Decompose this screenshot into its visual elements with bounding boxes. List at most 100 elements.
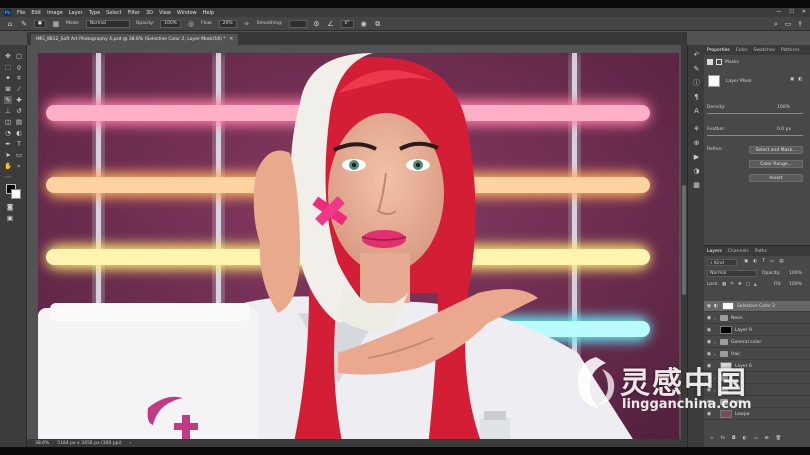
filter-smart-icon[interactable]: ▤ [779, 259, 783, 264]
eraser-tool-icon[interactable]: ◫ [4, 118, 12, 126]
select-and-mask-button[interactable]: Select and Mask... [749, 146, 803, 154]
history-brush-icon[interactable]: ↺ [15, 107, 23, 115]
hand-tool-icon[interactable]: ✋ [4, 162, 12, 170]
tab-close-icon[interactable]: ✕ [230, 37, 234, 42]
document-tab[interactable]: IMG_8812_Soft Art Photography 4.psd @ 38… [31, 34, 239, 45]
dodge-tool-icon[interactable]: ◐ [15, 129, 23, 137]
link-layers-icon[interactable]: ∞ [710, 436, 714, 441]
home-icon[interactable]: ⌂ [6, 20, 14, 28]
menu-window[interactable]: Window [177, 10, 197, 16]
new-group-icon[interactable]: ▭ [754, 436, 758, 441]
menu-type[interactable]: Type [89, 10, 100, 16]
airbrush-icon[interactable]: ✧ [243, 20, 251, 28]
layer-filter-kind[interactable]: ⌕ Kind [707, 259, 737, 266]
edit-toolbar-icon[interactable]: ⋯ [4, 173, 12, 181]
vector-mask-select-icon[interactable]: ◧ [798, 77, 802, 82]
tab-color[interactable]: Color [736, 48, 748, 53]
scrollbar-thumb[interactable] [682, 185, 686, 295]
visibility-eye-icon[interactable]: ◉ [704, 303, 714, 309]
quick-mask-icon[interactable]: ◙ [6, 203, 14, 211]
quick-select-tool-icon[interactable]: ✦ [4, 74, 12, 82]
layer-row[interactable]: ◉ ◐ Selective Color 2 [704, 301, 810, 312]
frame-tool-icon[interactable]: ⊠ [4, 85, 12, 93]
angle-icon[interactable]: ∠ [327, 20, 335, 28]
zoom-level[interactable]: 38.6% [35, 441, 49, 446]
healing-tool-icon[interactable]: ✚ [15, 96, 23, 104]
move-tool-icon[interactable]: ✥ [4, 52, 12, 60]
menu-3d[interactable]: 3D [146, 10, 153, 16]
tab-paths[interactable]: Paths [755, 249, 767, 254]
stamp-tool-icon[interactable]: ⊥ [4, 107, 12, 115]
layer-row[interactable]: ◉ › General color [704, 337, 810, 348]
visibility-eye-icon[interactable]: ◉ [704, 315, 714, 321]
zoom-tool-icon[interactable]: ⌕ [15, 162, 23, 170]
pressure-size-icon[interactable]: ◉ [360, 20, 368, 28]
brush-size-picker[interactable]: ● [34, 19, 46, 28]
screen-mode-icon[interactable]: ▣ [6, 214, 14, 222]
lock-artboard-icon[interactable]: ▢ [746, 282, 750, 288]
menu-select[interactable]: Select [106, 10, 121, 16]
share-icon[interactable]: ⇪ [796, 20, 804, 28]
filter-shape-icon[interactable]: ▭ [770, 259, 774, 264]
menu-layer[interactable]: Layer [69, 10, 83, 16]
actions-panel-icon[interactable]: ▶ [692, 153, 701, 162]
status-arrow-icon[interactable]: › [130, 441, 132, 446]
menu-image[interactable]: Image [47, 10, 63, 16]
smoothing-settings-icon[interactable]: ⚙ [313, 20, 321, 28]
tab-properties[interactable]: Properties [707, 48, 730, 53]
tab-swatches[interactable]: Swatches [754, 48, 776, 53]
pixel-mask-select-icon[interactable]: ▣ [790, 77, 794, 82]
search-icon[interactable]: ⌕ [772, 20, 780, 28]
add-mask-icon[interactable]: ◘ [732, 436, 736, 441]
pen-tool-icon[interactable]: ✒ [4, 140, 12, 148]
delete-layer-icon[interactable]: 🗑︎ [776, 436, 782, 441]
layer-opacity-value[interactable]: 100% [789, 271, 802, 276]
brush-tool-icon[interactable]: ✎ [20, 20, 28, 28]
workspace-icon[interactable]: ▭ [784, 20, 792, 28]
brush-tool-icon[interactable]: ✎ [4, 96, 12, 104]
artboard-tool-icon[interactable]: ▢ [15, 52, 23, 60]
vector-mask-icon[interactable] [716, 59, 722, 65]
layer-row[interactable]: ◉ Layer 9 [704, 325, 810, 336]
filter-pixel-icon[interactable]: ▣ [744, 259, 748, 264]
mode-select[interactable]: Normal [85, 19, 130, 28]
smoothing-field[interactable] [288, 19, 307, 28]
crop-tool-icon[interactable]: ⌗ [15, 74, 23, 82]
opacity-field[interactable]: 100% [160, 19, 182, 28]
lock-pixels-icon[interactable]: ▦ [722, 282, 726, 288]
pressure-opacity-icon[interactable]: ◎ [187, 20, 195, 28]
invert-button[interactable]: Invert [749, 174, 803, 182]
adjustments-panel-icon[interactable]: ◑ [692, 167, 701, 176]
lock-paint-icon[interactable]: ✎ [730, 282, 734, 288]
gradient-tool-icon[interactable]: ▤ [15, 118, 23, 126]
filter-adjust-icon[interactable]: ◐ [753, 259, 757, 264]
type-tool-icon[interactable]: T [15, 140, 23, 148]
new-layer-icon[interactable]: ⊞ [765, 436, 769, 441]
lasso-tool-icon[interactable]: ϙ [15, 63, 23, 71]
lock-position-icon[interactable]: ✥ [738, 282, 742, 288]
info-panel-icon[interactable]: ⓘ [692, 79, 701, 88]
symmetry-icon[interactable]: ⧉ [374, 20, 382, 28]
eyedropper-tool-icon[interactable]: ⁄ [15, 85, 23, 93]
blend-mode-select[interactable]: Normal [707, 270, 757, 277]
brush-settings-icon[interactable]: ▦ [52, 20, 60, 28]
fill-value[interactable]: 100% [789, 282, 802, 287]
menu-filter[interactable]: Filter [128, 10, 140, 16]
new-adjustment-icon[interactable]: ◐ [743, 436, 747, 441]
lock-all-icon[interactable]: 🔒︎ [754, 282, 756, 288]
background-color-swatch[interactable] [11, 189, 21, 199]
filter-type-icon[interactable]: T [762, 259, 765, 264]
tab-channels[interactable]: Channels [728, 249, 749, 254]
glyphs-panel-icon[interactable]: A [692, 107, 701, 116]
blur-tool-icon[interactable]: ◔ [4, 129, 12, 137]
clone-source-icon[interactable]: ⊕ [692, 139, 701, 148]
history-panel-icon[interactable]: ↶ [692, 51, 701, 60]
tab-patterns[interactable]: Patterns [781, 48, 800, 53]
pixel-mask-icon[interactable] [707, 59, 713, 65]
visibility-eye-icon[interactable]: ◉ [704, 327, 714, 333]
brush-panel-icon[interactable]: ✎ [692, 65, 701, 74]
feather-slider[interactable] [707, 135, 803, 136]
path-select-tool-icon[interactable]: ➤ [4, 151, 12, 159]
menu-file[interactable]: File [17, 10, 25, 16]
brushes-panel-icon[interactable]: ⚘ [692, 125, 701, 134]
